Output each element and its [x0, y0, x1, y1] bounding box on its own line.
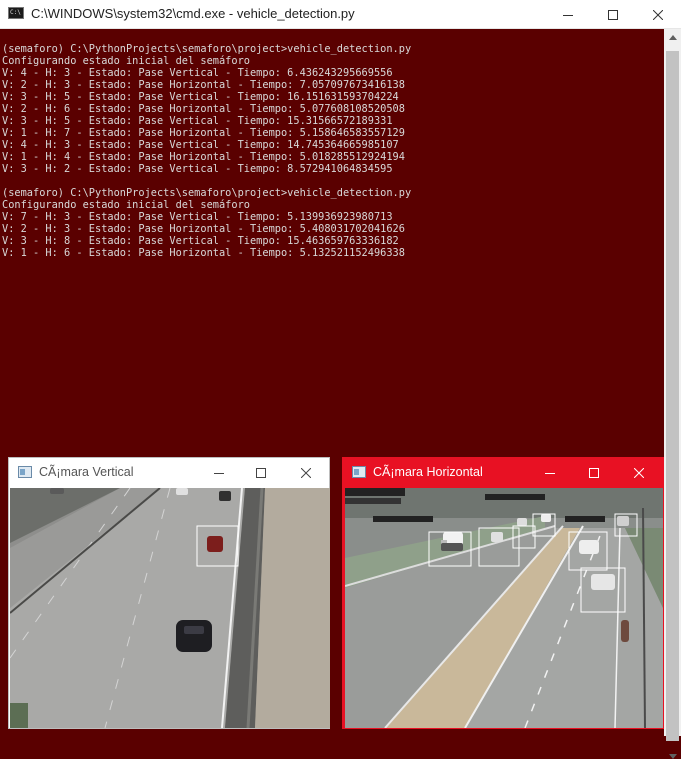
cmd-title-bar[interactable]: C:\WINDOWS\system32\cmd.exe - vehicle_de…	[0, 0, 681, 29]
vehicle-car	[617, 516, 629, 526]
console-line: V: 1 - H: 4 - Estado: Pase Horizontal - …	[2, 151, 405, 163]
vehicle-car	[176, 620, 212, 652]
camera-vertical-window[interactable]: CÃ¡mara Vertical	[8, 457, 330, 729]
maximize-button[interactable]	[590, 0, 636, 29]
window-title: C:\WINDOWS\system32\cmd.exe - vehicle_de…	[31, 6, 355, 21]
console-line: V: 3 - H: 5 - Estado: Pase Vertical - Ti…	[2, 91, 399, 103]
vehicle-car	[579, 540, 599, 554]
minimize-button[interactable]	[528, 458, 572, 487]
scrollbar-thumb[interactable]	[666, 51, 679, 741]
console-line: V: 3 - H: 2 - Estado: Pase Vertical - Ti…	[2, 163, 393, 175]
maximize-icon	[256, 467, 266, 478]
console-scrollbar[interactable]	[664, 29, 681, 759]
console-line: V: 1 - H: 7 - Estado: Pase Horizontal - …	[2, 127, 405, 139]
maximize-icon	[589, 467, 599, 478]
close-icon	[634, 467, 644, 478]
vehicle-car	[541, 514, 551, 522]
maximize-button[interactable]	[572, 458, 616, 487]
camera-vertical-feed	[10, 488, 330, 728]
minimize-icon	[214, 472, 224, 474]
console-line: (semaforo) C:\PythonProjects\semaforo\pr…	[2, 43, 412, 55]
cyclist	[621, 620, 629, 642]
close-button[interactable]	[617, 458, 661, 487]
scroll-up-arrow-icon[interactable]	[669, 35, 677, 40]
highway-horizontal-image	[345, 488, 663, 728]
camera-horizontal-title: CÃ¡mara Horizontal	[373, 465, 483, 479]
close-button[interactable]	[284, 458, 328, 487]
vehicle-car	[207, 536, 223, 552]
camera-horizontal-title-bar[interactable]: CÃ¡mara Horizontal	[343, 458, 663, 487]
vehicle-car	[441, 543, 463, 551]
vehicle-car	[517, 518, 527, 526]
maximize-icon	[608, 9, 618, 20]
vehicle-car	[176, 488, 188, 495]
console-line: V: 4 - H: 3 - Estado: Pase Vertical - Ti…	[2, 67, 393, 79]
minimize-icon	[563, 14, 573, 16]
close-button[interactable]	[635, 0, 681, 29]
camera-horizontal-feed	[345, 488, 663, 728]
maximize-button[interactable]	[239, 458, 283, 487]
camera-horizontal-window[interactable]: CÃ¡mara Horizontal	[342, 457, 664, 729]
console-line: V: 3 - H: 5 - Estado: Pase Vertical - Ti…	[2, 115, 393, 127]
close-icon	[653, 9, 663, 20]
image-window-icon	[18, 466, 32, 478]
console-line: V: 3 - H: 8 - Estado: Pase Vertical - Ti…	[2, 235, 399, 247]
vehicle-car	[50, 488, 64, 494]
camera-vertical-title-bar[interactable]: CÃ¡mara Vertical	[9, 458, 329, 487]
console-line: (semaforo) C:\PythonProjects\semaforo\pr…	[2, 187, 412, 199]
console-app-icon	[8, 7, 24, 19]
close-icon	[301, 467, 311, 478]
console-line: V: 1 - H: 6 - Estado: Pase Horizontal - …	[2, 247, 405, 259]
vehicle-car	[491, 532, 503, 542]
camera-vertical-title: CÃ¡mara Vertical	[39, 465, 134, 479]
console-line: V: 2 - H: 3 - Estado: Pase Horizontal - …	[2, 79, 405, 91]
console-line: V: 2 - H: 6 - Estado: Pase Horizontal - …	[2, 103, 405, 115]
console-line: V: 7 - H: 3 - Estado: Pase Vertical - Ti…	[2, 211, 393, 223]
vehicle-car	[219, 491, 231, 501]
minimize-button[interactable]	[545, 0, 591, 29]
vehicle-car	[591, 574, 615, 590]
console-line: V: 4 - H: 3 - Estado: Pase Vertical - Ti…	[2, 139, 399, 151]
console-line: Configurando estado inicial del semáforo	[2, 55, 250, 67]
console-output[interactable]: (semaforo) C:\PythonProjects\semaforo\pr…	[2, 43, 662, 259]
highway-vertical-image	[10, 488, 330, 728]
console-line: V: 2 - H: 3 - Estado: Pase Horizontal - …	[2, 223, 405, 235]
minimize-button[interactable]	[197, 458, 241, 487]
scroll-down-arrow-icon[interactable]	[669, 754, 677, 759]
console-line: Configurando estado inicial del semáforo	[2, 199, 250, 211]
minimize-icon	[545, 472, 555, 474]
image-window-icon	[352, 466, 366, 478]
